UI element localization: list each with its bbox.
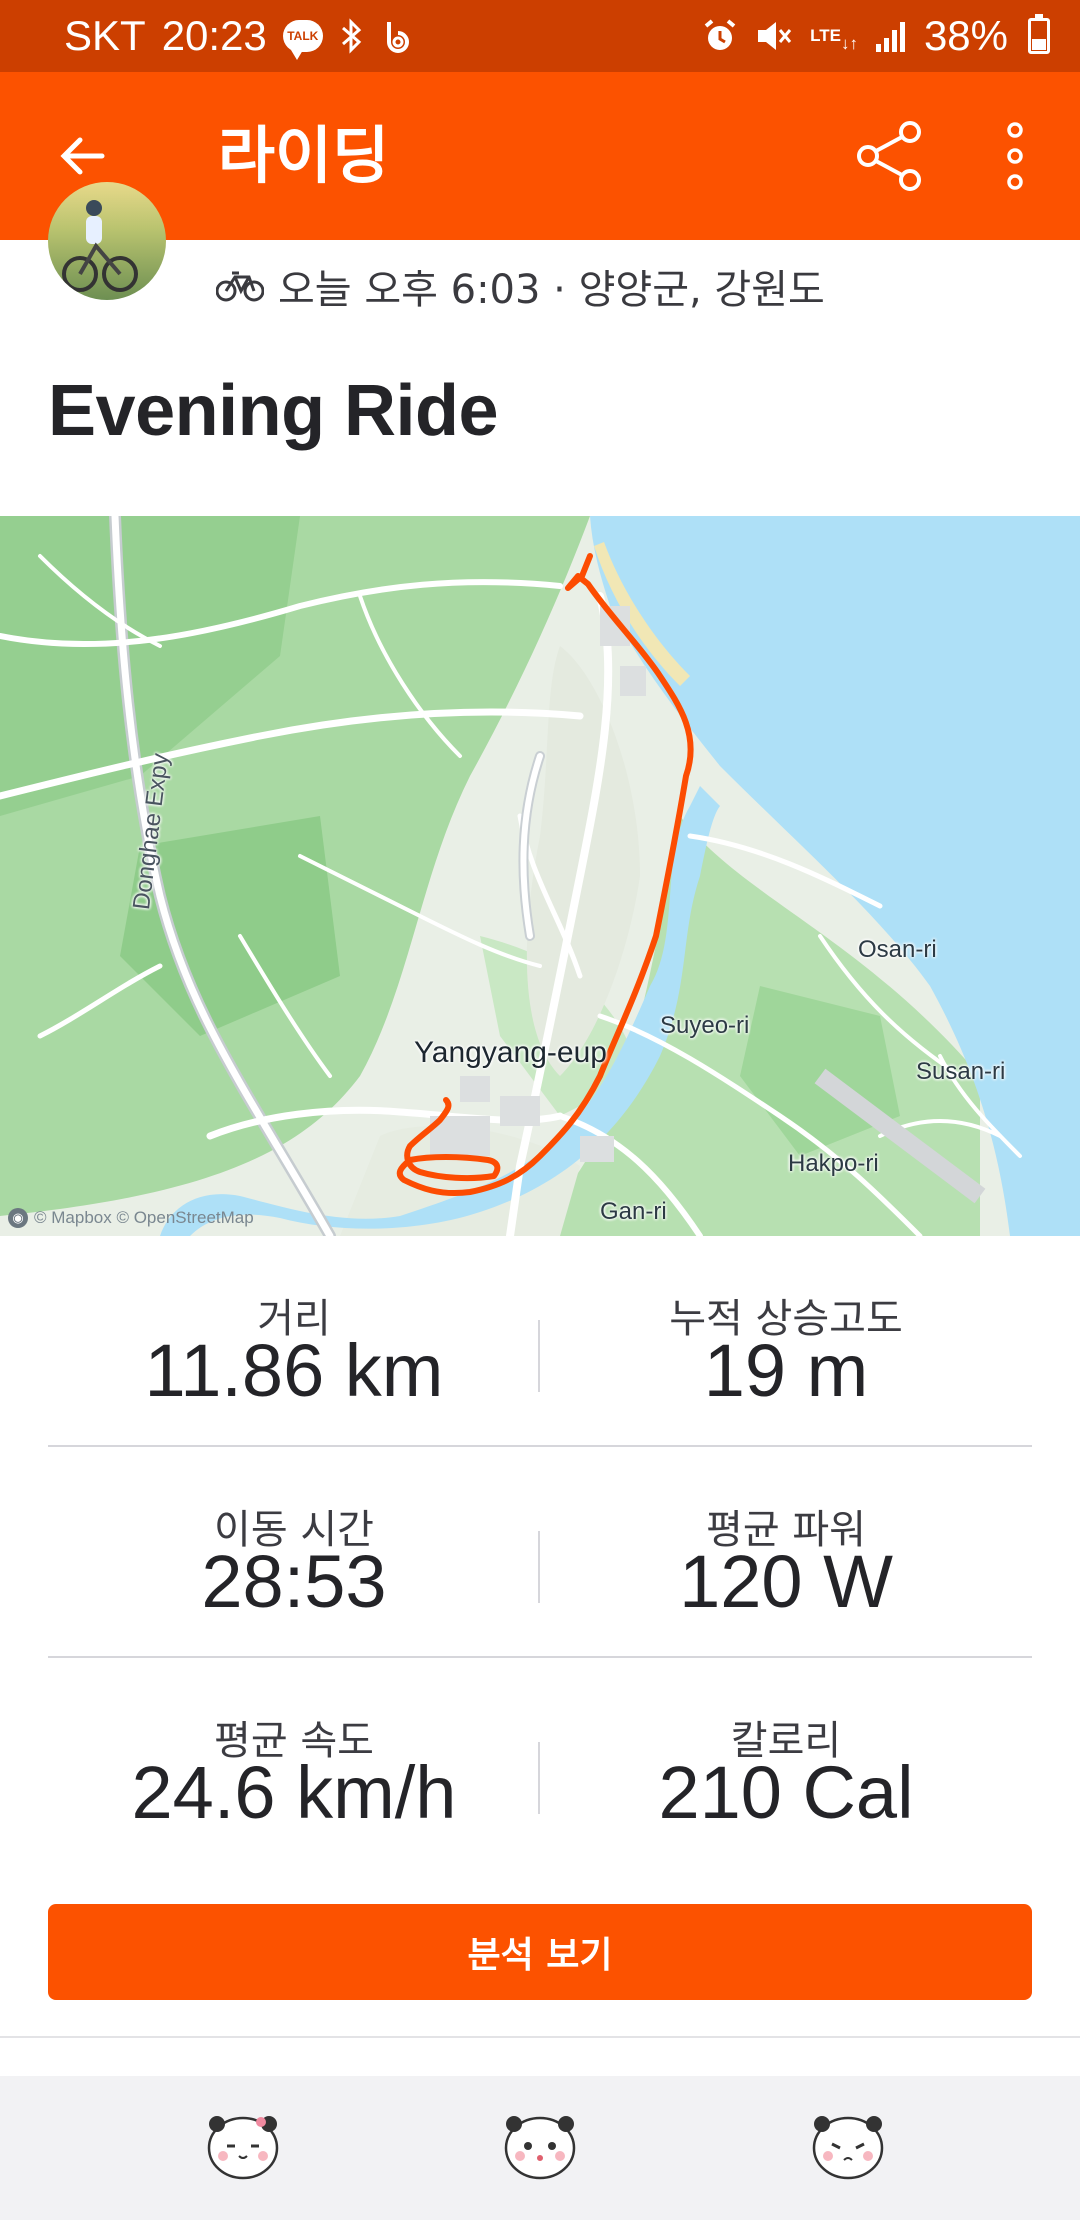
more-vertical-icon bbox=[1007, 122, 1023, 190]
map-label-osan-ri: Osan-ri bbox=[858, 936, 937, 963]
stat-avg-speed: 평균 속도 24.6 km/h bbox=[48, 1658, 540, 1868]
mapbox-logo-icon: ◉ bbox=[8, 1208, 28, 1228]
page-title: 라이딩 bbox=[218, 119, 390, 192]
stat-elevation-gain: 누적 상승고도 19 m bbox=[540, 1236, 1032, 1446]
map-label-yangyang-eup: Yangyang-eup bbox=[414, 1036, 607, 1069]
map-label-gan-ri: Gan-ri bbox=[600, 1198, 667, 1225]
status-time: 20:23 bbox=[161, 12, 267, 59]
stat-avg-power: 평균 파워 120 W bbox=[540, 1447, 1032, 1657]
panda-sticker-surprised-icon[interactable] bbox=[500, 2104, 580, 2184]
stat-value: 210 Cal bbox=[658, 1751, 914, 1834]
stat-row: 이동 시간 28:53 평균 파워 120 W bbox=[48, 1447, 1032, 1658]
carrier: SKT bbox=[64, 12, 146, 59]
stat-row: 평균 속도 24.6 km/h 칼로리 210 Cal bbox=[48, 1658, 1032, 1869]
stat-value: 28:53 bbox=[201, 1540, 387, 1623]
stat-distance: 거리 11.86 km bbox=[48, 1236, 540, 1446]
view-analysis-button[interactable]: 분석 보기 bbox=[48, 1904, 1032, 2000]
stat-value: 120 W bbox=[679, 1540, 893, 1623]
battery-icon bbox=[1028, 14, 1050, 54]
lte-icon: LTE ↓↑ bbox=[810, 26, 858, 53]
route-map[interactable]: Donghae Expy Yangyang-eup Osan-ri Suyeo-… bbox=[0, 516, 1080, 1236]
panda-sticker-sleepy-icon[interactable] bbox=[203, 2104, 283, 2184]
stats-grid: 거리 11.86 km 누적 상승고도 19 m 이동 시간 28:53 평균 … bbox=[48, 1236, 1032, 1869]
share-icon bbox=[857, 121, 921, 191]
bluetooth-icon bbox=[339, 18, 365, 54]
alarm-icon bbox=[702, 18, 738, 54]
kakaotalk-notification-icon: TALK bbox=[282, 20, 323, 60]
map-label-hakpo-ri: Hakpo-ri bbox=[788, 1150, 879, 1177]
bicycle-icon bbox=[216, 271, 264, 302]
stat-value: 11.86 km bbox=[144, 1329, 444, 1412]
attribution-text: © Mapbox © OpenStreetMap bbox=[34, 1208, 254, 1227]
share-button[interactable] bbox=[846, 112, 934, 200]
divider bbox=[0, 2036, 1080, 2038]
band-app-icon bbox=[381, 18, 415, 54]
stat-calories: 칼로리 210 Cal bbox=[540, 1658, 1032, 1868]
map-canvas bbox=[0, 516, 1080, 1236]
activity-date-location: 오늘 오후 6:03 · 양양군, 강원도 bbox=[278, 267, 825, 313]
mute-icon bbox=[754, 18, 794, 54]
back-arrow-icon bbox=[60, 137, 105, 175]
more-options-button[interactable] bbox=[980, 112, 1050, 200]
status-bar: SKT 20:23 TALK LTE ↓↑ 38% bbox=[0, 0, 1080, 72]
activity-title: Evening Ride bbox=[48, 371, 499, 451]
stat-moving-time: 이동 시간 28:53 bbox=[48, 1447, 540, 1657]
stat-row: 거리 11.86 km 누적 상승고도 19 m bbox=[48, 1236, 1032, 1447]
panda-sticker-sad-icon[interactable] bbox=[808, 2104, 888, 2184]
app-bar: 라이딩 bbox=[0, 72, 1080, 240]
battery-percent: 38% bbox=[923, 12, 1008, 59]
map-label-suyeo-ri: Suyeo-ri bbox=[660, 1012, 750, 1039]
stat-value: 19 m bbox=[703, 1329, 869, 1412]
map-attribution[interactable]: ◉ © Mapbox © OpenStreetMap bbox=[8, 1208, 254, 1228]
signal-icon bbox=[874, 18, 908, 54]
sticker-bar bbox=[0, 2076, 1080, 2220]
activity-meta: 오늘 오후 6:03 · 양양군, 강원도 bbox=[216, 258, 825, 314]
stat-value: 24.6 km/h bbox=[131, 1751, 457, 1834]
avatar-photo bbox=[62, 200, 138, 292]
map-label-susan-ri: Susan-ri bbox=[916, 1058, 1006, 1085]
avatar[interactable] bbox=[48, 182, 166, 300]
